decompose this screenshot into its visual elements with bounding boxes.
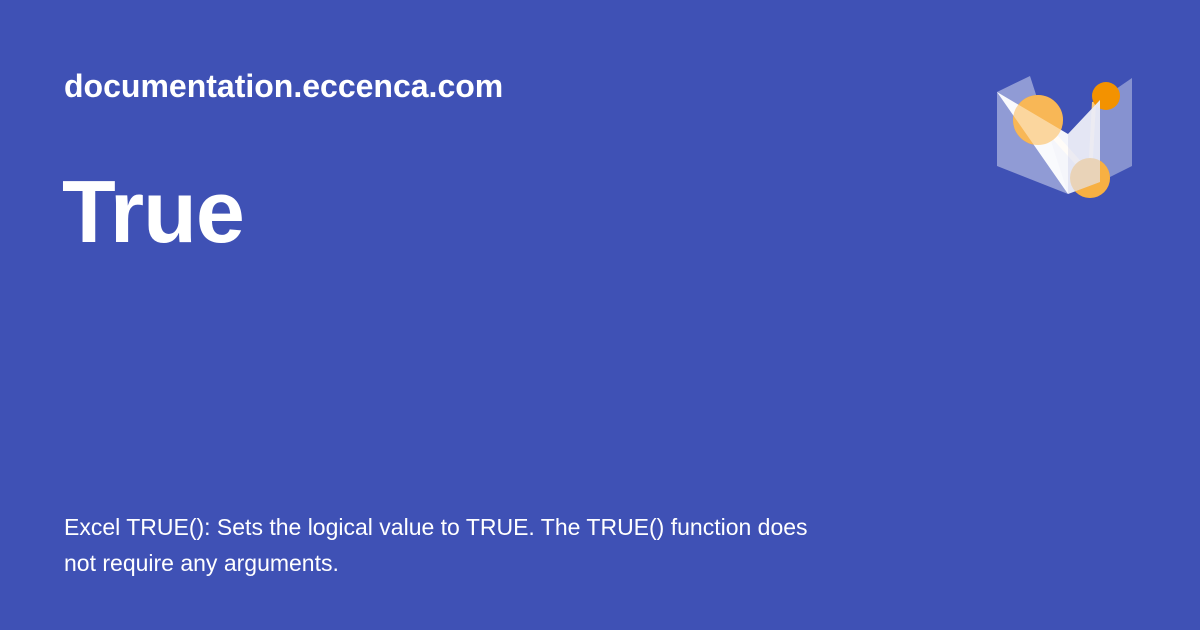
eccenca-logo-icon [997,76,1132,198]
site-url: documentation.eccenca.com [64,68,504,104]
page-description: Excel TRUE(): Sets the logical value to … [64,514,808,576]
social-card: documentation.eccenca.com True Excel TRU… [0,0,1200,630]
page-title: True [62,162,245,261]
